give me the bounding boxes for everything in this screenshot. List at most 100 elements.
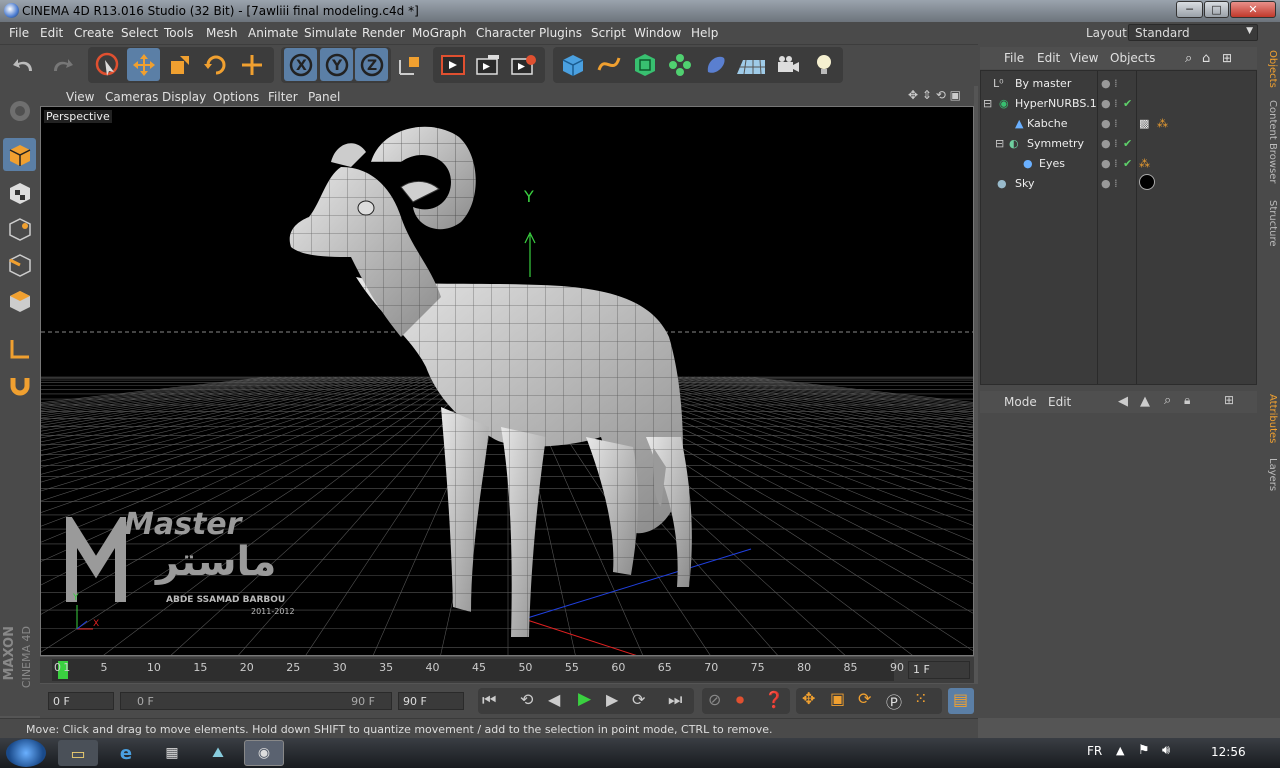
subdivision-surface-icon[interactable] bbox=[628, 48, 661, 81]
menu-script[interactable]: Script bbox=[591, 26, 626, 40]
new-view-icon[interactable]: ⊞ bbox=[1224, 393, 1234, 407]
edge-mode-icon[interactable] bbox=[3, 248, 36, 281]
menu-plugins[interactable]: Plugins bbox=[539, 26, 582, 40]
point-mode-icon[interactable] bbox=[3, 212, 36, 245]
keyframe-selection-icon[interactable]: ❓ bbox=[764, 690, 784, 709]
spline-pen-icon[interactable] bbox=[592, 48, 625, 81]
back-arrow-icon[interactable]: ◀ bbox=[1118, 394, 1128, 409]
search-icon[interactable]: ⌕ bbox=[1185, 51, 1192, 66]
cube-object-icon[interactable] bbox=[556, 48, 589, 81]
render-picture-viewer-icon[interactable] bbox=[471, 48, 504, 81]
menu-simulate[interactable]: Simulate bbox=[304, 26, 357, 40]
volume-icon[interactable]: 🔊︎ bbox=[1162, 743, 1170, 758]
language-indicator[interactable]: FR bbox=[1087, 744, 1102, 758]
menu-create[interactable]: Create bbox=[74, 26, 114, 40]
lock-icon[interactable]: 🔒︎ bbox=[1184, 393, 1190, 408]
key-position-icon[interactable]: ✥ bbox=[802, 689, 815, 708]
menu-animate[interactable]: Animate bbox=[248, 26, 298, 40]
menu-render[interactable]: Render bbox=[362, 26, 405, 40]
move-tool-icon[interactable] bbox=[127, 48, 160, 81]
minimize-button[interactable]: ─ bbox=[1176, 1, 1203, 18]
y-axis-lock-icon[interactable]: Y bbox=[320, 48, 353, 81]
render-view-icon[interactable] bbox=[436, 48, 469, 81]
menu-mograph[interactable]: MoGraph bbox=[412, 26, 467, 40]
new-view-icon[interactable]: ⊞ bbox=[1222, 51, 1232, 65]
internet-explorer-task-icon[interactable]: e bbox=[106, 740, 146, 766]
object-row-hypernurbs[interactable]: ⊟ ◉ HyperNURBS.1 ● ⁞ ✔ bbox=[981, 93, 1256, 113]
undo-button[interactable] bbox=[8, 48, 41, 81]
scale-tool-icon[interactable] bbox=[163, 48, 196, 81]
frame-range-slider[interactable]: 0 F 90 F bbox=[120, 692, 392, 710]
sky-material-tag-icon[interactable] bbox=[1139, 174, 1155, 190]
object-row-by-master[interactable]: L⁰ By master ● ⁞ bbox=[981, 73, 1256, 93]
make-editable-icon[interactable] bbox=[3, 94, 36, 127]
cinema4d-task-icon[interactable]: ◉ bbox=[244, 740, 284, 766]
obj-menu-file[interactable]: File bbox=[1004, 51, 1024, 65]
collapse-icon[interactable]: ⊟ bbox=[983, 97, 992, 110]
home-icon[interactable]: ⌂ bbox=[1202, 51, 1210, 66]
next-frame-icon[interactable]: ▶ bbox=[606, 690, 618, 709]
menu-character[interactable]: Character bbox=[476, 26, 535, 40]
vp-menu-display[interactable]: Display bbox=[162, 90, 206, 104]
key-parameter-icon[interactable]: Ⓟ bbox=[886, 689, 902, 713]
visibility-dots-icon[interactable]: ● ⁞ bbox=[1101, 177, 1118, 190]
end-frame-field[interactable]: 90 F bbox=[398, 692, 464, 710]
media-task-icon[interactable]: ▦ bbox=[152, 740, 192, 766]
timeline-track[interactable]: 0 1 5 10 15 20 25 30 35 40 45 50 55 60 65 70 75 80 85 90 bbox=[52, 659, 904, 681]
z-axis-lock-icon[interactable]: Z bbox=[355, 48, 388, 81]
tab-structure[interactable]: Structure bbox=[1260, 200, 1278, 247]
maximize-button[interactable]: □ bbox=[1204, 1, 1229, 18]
perspective-viewport[interactable]: Perspective Y Master ماستر ABDE SSAMAD B… bbox=[40, 106, 974, 656]
search-icon[interactable]: ⌕ bbox=[1164, 393, 1171, 408]
vp-menu-options[interactable]: Options bbox=[213, 90, 259, 104]
play-forwards-icon[interactable]: ▶ bbox=[578, 689, 591, 709]
enabled-check-icon[interactable]: ✔ bbox=[1123, 137, 1132, 150]
menu-tools[interactable]: Tools bbox=[164, 26, 194, 40]
previous-frame-icon[interactable]: ◀ bbox=[548, 690, 560, 709]
model-mode-icon[interactable] bbox=[3, 138, 36, 171]
phong-tag-icon[interactable]: ⁂ bbox=[1139, 157, 1150, 170]
key-rotation-icon[interactable]: ⟳ bbox=[858, 689, 871, 708]
close-button[interactable]: ✕ bbox=[1230, 1, 1276, 18]
texture-mode-icon[interactable] bbox=[3, 176, 36, 209]
menu-window[interactable]: Window bbox=[634, 26, 681, 40]
enabled-check-icon[interactable]: ✔ bbox=[1123, 97, 1132, 110]
rotate-tool-icon[interactable] bbox=[199, 48, 232, 81]
enabled-check-icon[interactable]: ✔ bbox=[1123, 157, 1132, 170]
visibility-dots-icon[interactable]: ● ⁞ bbox=[1101, 157, 1118, 170]
light-object-icon[interactable] bbox=[807, 48, 840, 81]
deformer-icon[interactable] bbox=[699, 48, 732, 81]
action-center-flag-icon[interactable]: ⚑ bbox=[1138, 743, 1150, 758]
current-frame-field[interactable]: 1 F bbox=[908, 661, 970, 679]
attr-menu-mode[interactable]: Mode bbox=[1004, 395, 1037, 409]
visibility-dots-icon[interactable]: ● ⁞ bbox=[1101, 117, 1118, 130]
record-keys-icon[interactable]: ⊘ bbox=[708, 690, 721, 709]
snap-magnet-icon[interactable] bbox=[3, 368, 36, 401]
menu-select[interactable]: Select bbox=[121, 26, 158, 40]
redo-button[interactable] bbox=[44, 48, 77, 81]
object-row-kabche[interactable]: ▲ Kabche ● ⁞ ▩ ⁂ bbox=[981, 113, 1256, 133]
phong-tag-icon[interactable]: ⁂ bbox=[1157, 117, 1168, 130]
vp-menu-cameras[interactable]: Cameras bbox=[105, 90, 158, 104]
key-scale-icon[interactable]: ▣ bbox=[830, 689, 845, 708]
visibility-dots-icon[interactable]: ● ⁞ bbox=[1101, 137, 1118, 150]
clock[interactable]: 12:56 bbox=[1211, 745, 1246, 759]
render-settings-icon[interactable] bbox=[507, 48, 540, 81]
collapse-icon[interactable]: ⊟ bbox=[995, 137, 1004, 150]
tab-content-browser[interactable]: Content Browser bbox=[1260, 100, 1278, 183]
key-point-level-icon[interactable]: ⁙ bbox=[914, 689, 927, 708]
photo-task-icon[interactable]: ⛰ bbox=[198, 740, 238, 766]
transform-tool-icon[interactable] bbox=[235, 48, 268, 81]
menu-edit[interactable]: Edit bbox=[40, 26, 63, 40]
obj-menu-view[interactable]: View bbox=[1070, 51, 1098, 65]
object-row-sky[interactable]: ● Sky ● ⁞ bbox=[981, 173, 1256, 193]
vp-menu-filter[interactable]: Filter bbox=[268, 90, 298, 104]
floor-scene-icon[interactable] bbox=[734, 48, 767, 81]
live-selection-icon[interactable] bbox=[91, 48, 124, 81]
previous-key-icon[interactable]: ⟲ bbox=[520, 690, 533, 709]
checker-material-tag-icon[interactable]: ▩ bbox=[1139, 117, 1149, 130]
timeline-window-button[interactable]: ▤ bbox=[948, 688, 974, 714]
visibility-dots-icon[interactable]: ● ⁞ bbox=[1101, 97, 1118, 110]
go-to-end-icon[interactable]: ⏭ bbox=[668, 690, 682, 710]
show-hidden-icons-icon[interactable]: ▲ bbox=[1116, 744, 1124, 757]
